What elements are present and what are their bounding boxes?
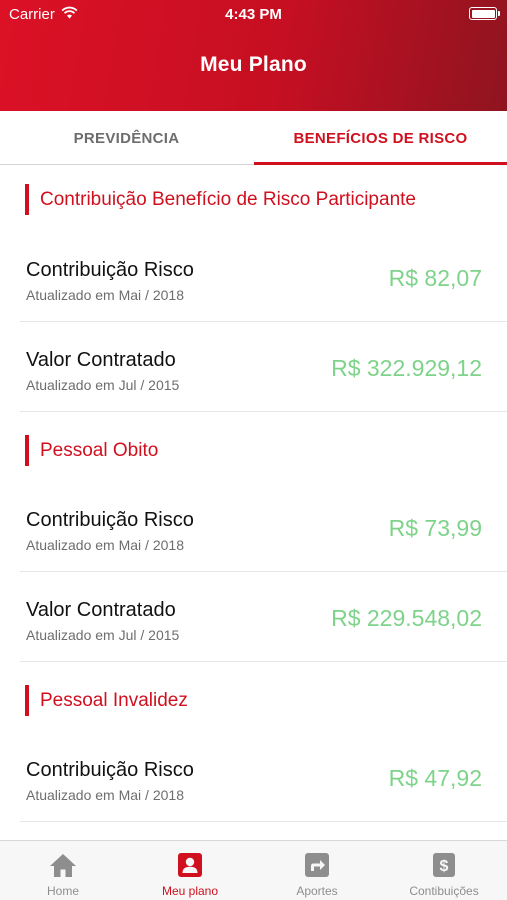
item-updated: Atualizado em Jul / 2015 (26, 377, 180, 393)
section-title: Pessoal Invalidez (40, 689, 188, 711)
tabbar-label: Contibuições (409, 884, 479, 898)
item-label: Contribuição Risco (26, 759, 194, 781)
segment-tabs: PREVIDÊNCIA BENEFÍCIOS DE RISCO (0, 111, 507, 165)
person-card-icon (176, 851, 204, 879)
item-updated: Atualizado em Jul / 2015 (26, 627, 180, 643)
list-item[interactable]: Valor Contratado Atualizado em Jul / 201… (20, 323, 507, 412)
item-label: Contribuição Risco (26, 259, 194, 281)
app-header: Carrier 4:43 PM Meu Plano (0, 0, 507, 111)
section-title: Pessoal Obito (40, 439, 159, 461)
item-value: R$ 229.548,02 (331, 605, 482, 631)
tab-beneficios-de-risco[interactable]: BENEFÍCIOS DE RISCO (254, 111, 507, 165)
item-updated: Atualizado em Mai / 2018 (26, 287, 184, 303)
tabbar-item-contibuicoes[interactable]: $ Contibuições (381, 841, 507, 900)
section-header: Pessoal Invalidez (25, 685, 188, 716)
bottom-tab-bar: Home Meu plano Aportes $ Contibuições (0, 840, 507, 900)
divider (20, 571, 507, 572)
page-title: Meu Plano (200, 53, 307, 76)
list-item[interactable]: Contribuição Risco Atualizado em Mai / 2… (20, 233, 507, 322)
section-accent-bar (25, 435, 29, 466)
item-value: R$ 73,99 (388, 515, 482, 541)
tabbar-label: Home (46, 884, 79, 898)
item-label: Valor Contratado (26, 349, 176, 371)
divider (20, 321, 507, 322)
item-updated: Atualizado em Mai / 2018 (26, 537, 184, 553)
item-label: Valor Contratado (26, 599, 176, 621)
tab-previdencia[interactable]: PREVIDÊNCIA (0, 111, 253, 165)
dollar-icon: $ (430, 851, 458, 879)
tabbar-label: Aportes (296, 884, 338, 898)
list-item[interactable]: Valor Contratado Atualizado em Jul / 201… (20, 573, 507, 662)
item-label: Contribuição Risco (26, 509, 194, 531)
benefits-list[interactable]: Contribuição Benefício de Risco Particip… (0, 166, 507, 840)
list-item[interactable]: Contribuição Risco Atualizado em Mai / 2… (20, 483, 507, 572)
home-icon (49, 851, 77, 879)
section-header: Contribuição Benefício de Risco Particip… (25, 184, 416, 215)
divider (20, 661, 507, 662)
tabbar-item-aportes[interactable]: Aportes (254, 841, 380, 900)
item-value: R$ 82,07 (388, 265, 482, 291)
section-header: Pessoal Obito (25, 435, 158, 466)
battery-icon (469, 7, 500, 20)
divider (20, 411, 507, 412)
tabbar-label: Meu plano (161, 884, 219, 898)
status-time: 4:43 PM (225, 6, 282, 23)
section-title: Contribuição Benefício de Risco Particip… (40, 188, 416, 210)
share-arrow-icon (303, 851, 331, 879)
divider (20, 821, 507, 822)
list-item[interactable]: Contribuição Risco Atualizado em Mai / 2… (20, 733, 507, 822)
tabbar-item-home[interactable]: Home (0, 841, 126, 900)
item-value: R$ 47,92 (388, 765, 482, 791)
item-value: R$ 322.929,12 (331, 355, 482, 381)
status-bar: Carrier 4:43 PM (0, 0, 507, 28)
section-accent-bar (25, 685, 29, 716)
active-tab-indicator (254, 162, 507, 165)
svg-text:$: $ (440, 858, 449, 875)
section-accent-bar (25, 184, 29, 215)
item-updated: Atualizado em Mai / 2018 (26, 787, 184, 803)
tabbar-item-meu-plano[interactable]: Meu plano (127, 841, 253, 900)
